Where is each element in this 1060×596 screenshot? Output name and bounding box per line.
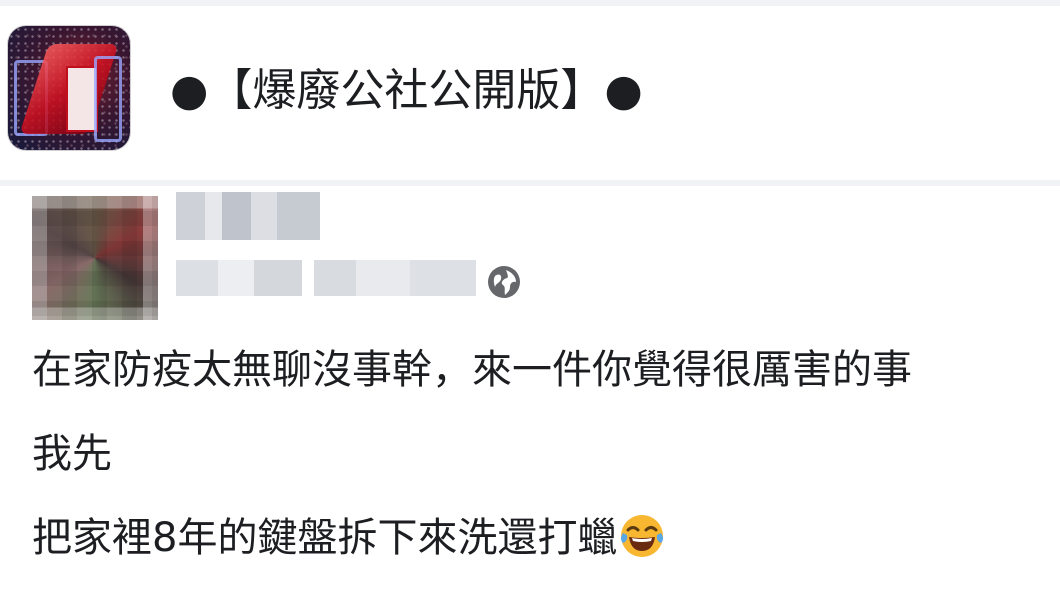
post-line-2: 我先	[32, 431, 112, 477]
author-avatar[interactable]	[32, 196, 158, 320]
post-line-3: 把家裡8年的鍵盤拆下來洗還打蠟	[32, 496, 1052, 580]
tears-of-joy-emoji-icon	[621, 515, 664, 557]
post-line-1: 在家防疫太無聊沒事幹，來一件你覺得很厲害的事	[32, 347, 912, 393]
post-body: 在家防疫太無聊沒事幹，來一件你覺得很厲害的事 我先 把家裡8年的鍵盤拆下來洗還打…	[32, 328, 1052, 580]
post-timestamp-blurred[interactable]	[176, 260, 476, 296]
group-title[interactable]: ●【爆廢公社公開版】●	[170, 56, 643, 126]
post-card: 在家防疫太無聊沒事幹，來一件你覺得很厲害的事 我先 把家裡8年的鍵盤拆下來洗還打…	[0, 186, 1060, 596]
group-header: ●【爆廢公社公開版】●	[0, 6, 1060, 180]
globe-icon[interactable]	[486, 264, 522, 300]
author-name-blurred[interactable]	[176, 192, 320, 240]
post-line-3-text: 把家裡8年的鍵盤拆下來洗還打蠟	[32, 515, 618, 561]
group-avatar-icon[interactable]	[8, 26, 130, 150]
